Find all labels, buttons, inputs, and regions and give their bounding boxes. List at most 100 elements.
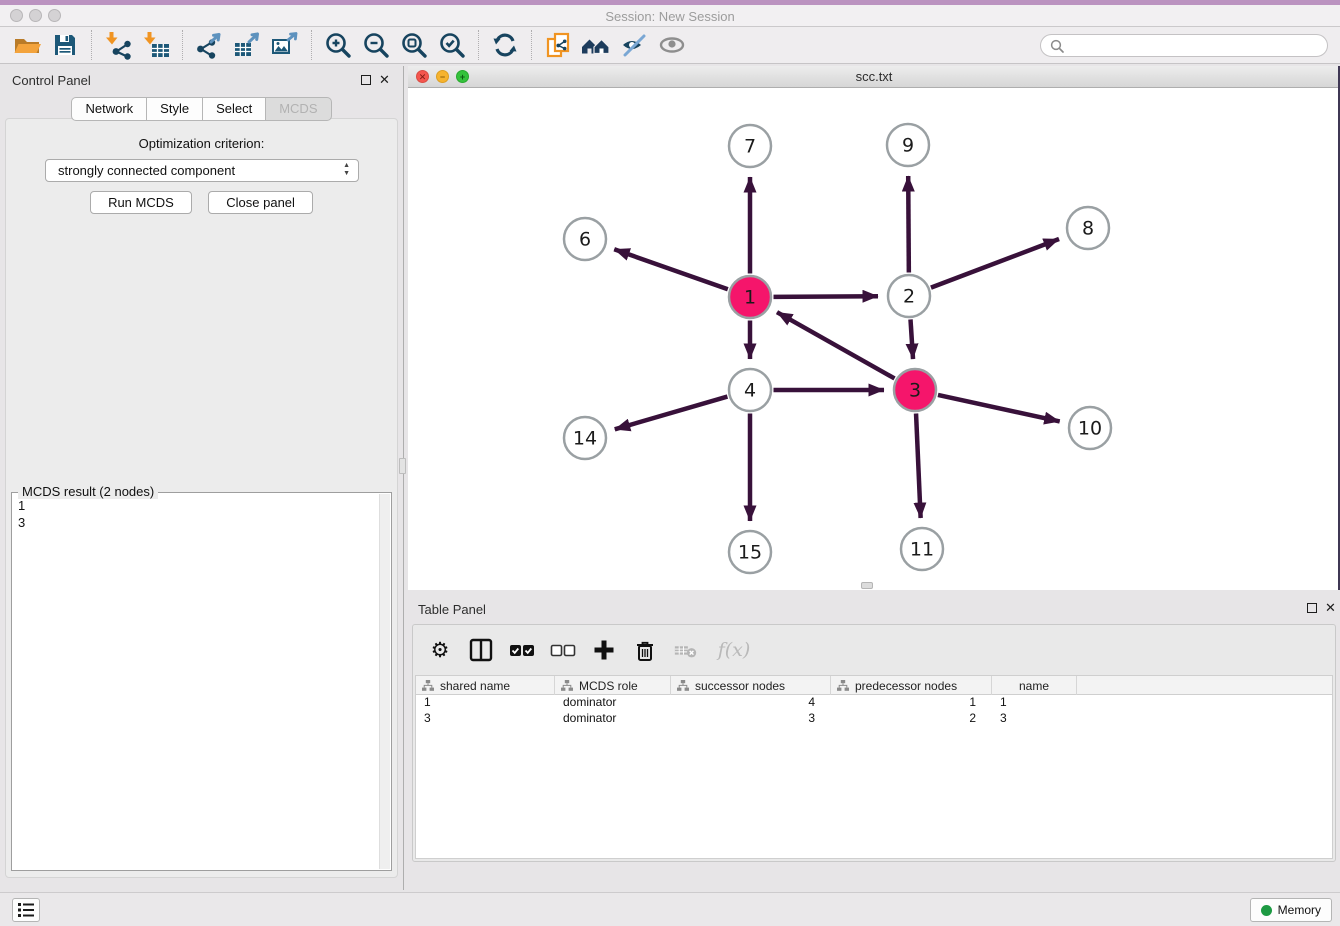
column-header-name[interactable]: name	[992, 676, 1077, 695]
mcds-result-text[interactable]: 13	[18, 497, 25, 531]
graph-edge-2-3[interactable]	[910, 319, 913, 359]
table-cell[interactable]: 3	[992, 711, 1077, 727]
graph-edge-3-1[interactable]	[777, 312, 895, 378]
table-cell[interactable]: 1	[992, 695, 1077, 711]
open-file-button[interactable]	[8, 28, 46, 62]
hide-glasses-button[interactable]	[615, 28, 653, 62]
graph-edge-2-8[interactable]	[931, 239, 1059, 288]
tab-network[interactable]: Network	[71, 97, 147, 121]
run-mcds-button[interactable]: Run MCDS	[90, 191, 192, 214]
table-panel-body: ⚙ f(x)	[412, 624, 1336, 862]
tab-select[interactable]: Select	[203, 97, 266, 121]
column-header-MCDS-role[interactable]: MCDS role	[555, 676, 671, 695]
save-floppy-icon	[50, 30, 80, 60]
network-window-titlebar[interactable]: ✕ − + scc.txt	[408, 66, 1340, 88]
table-cell[interactable]: dominator	[555, 711, 671, 727]
refresh-button[interactable]	[486, 28, 524, 62]
table-settings-button[interactable]: ⚙	[427, 636, 453, 664]
table-panel: Table Panel ✕ ⚙	[408, 596, 1340, 892]
zoom-in-button[interactable]	[319, 28, 357, 62]
save-session-button[interactable]	[46, 28, 84, 62]
graph-edge-3-10[interactable]	[938, 395, 1060, 421]
zoom-out-icon	[361, 30, 391, 60]
select-all-button[interactable]	[509, 636, 535, 664]
table-cell[interactable]: 3	[416, 711, 555, 727]
session-title: Session: New Session	[0, 9, 1340, 24]
result-scrollbar[interactable]	[379, 494, 390, 869]
search-input[interactable]	[1040, 34, 1328, 57]
export-table-button[interactable]	[228, 28, 266, 62]
table-cell[interactable]: dominator	[555, 695, 671, 711]
graph-edge-3-11[interactable]	[916, 413, 921, 518]
column-view-button[interactable]	[468, 636, 494, 664]
clone-network-button[interactable]	[539, 28, 577, 62]
node-table[interactable]: shared nameMCDS role successor nodes prede…	[415, 675, 1333, 859]
column-type-icon	[837, 680, 849, 691]
tab-style[interactable]: Style	[147, 97, 203, 121]
delete-columns-button[interactable]	[632, 636, 658, 664]
table-row-1[interactable]: 3dominator323	[416, 711, 1332, 727]
column-header-successor-nodes[interactable]: successor nodes	[671, 676, 831, 695]
add-column-button[interactable]	[591, 636, 617, 664]
graph-node-label-6: 6	[579, 229, 591, 251]
zoom-fit-button[interactable]	[395, 28, 433, 62]
task-history-button[interactable]	[12, 898, 40, 922]
mcds-panel-body: Optimization criterion: strongly connect…	[5, 118, 398, 878]
network-canvas[interactable]: 7968124314101511	[408, 88, 1340, 590]
network-graph[interactable]: 7968124314101511	[408, 88, 1340, 590]
close-panel-button[interactable]: Close panel	[208, 191, 313, 214]
import-table-button[interactable]	[137, 28, 175, 62]
close-panel-icon[interactable]: ✕	[379, 72, 390, 88]
table-cell[interactable]: 2	[831, 711, 992, 727]
column-header-shared-name[interactable]: shared name	[416, 676, 555, 695]
table-row-0[interactable]: 1dominator411	[416, 695, 1332, 711]
delete-table-button[interactable]	[673, 636, 699, 664]
graph-node-label-1: 1	[744, 287, 756, 309]
gear-icon: ⚙	[431, 638, 450, 662]
select-all-icon	[509, 637, 535, 663]
graph-node-label-14: 14	[573, 428, 597, 450]
export-network-button[interactable]	[190, 28, 228, 62]
table-cell[interactable]: 1	[416, 695, 555, 711]
graph-node-label-7: 7	[744, 136, 756, 158]
float-panel-icon[interactable]	[361, 75, 371, 85]
control-panel: Control Panel ✕ NetworkStyleSelectMCDS O…	[0, 66, 403, 890]
column-type-icon	[422, 680, 434, 691]
zoom-selected-button[interactable]	[433, 28, 471, 62]
import-network-button[interactable]	[99, 28, 137, 62]
export-image-button[interactable]	[266, 28, 304, 62]
toolbar-separator	[478, 30, 479, 60]
memory-button[interactable]: Memory	[1250, 898, 1332, 922]
tab-mcds[interactable]: MCDS	[266, 97, 331, 121]
graph-edge-1-2[interactable]	[773, 296, 878, 297]
show-eye-button[interactable]	[653, 28, 691, 62]
memory-status-icon	[1261, 905, 1272, 916]
function-builder-button[interactable]: f(x)	[714, 636, 754, 664]
graph-node-label-11: 11	[910, 539, 934, 561]
zoom-fit-icon	[399, 30, 429, 60]
close-table-panel-icon[interactable]: ✕	[1325, 600, 1336, 616]
table-toolbar: ⚙ f(x)	[427, 633, 754, 667]
optimization-criterion-select[interactable]: strongly connected component ▲▼	[45, 159, 359, 182]
mcds-buttons-row: Run MCDS Close panel	[6, 191, 397, 214]
table-cell[interactable]: 3	[671, 711, 831, 727]
home-button[interactable]	[577, 28, 615, 62]
panel-divider	[403, 66, 404, 890]
panel-divider-handle[interactable]	[399, 458, 406, 474]
graph-edge-1-6[interactable]	[614, 249, 728, 289]
table-cell[interactable]: 4	[671, 695, 831, 711]
graph-edge-4-14[interactable]	[615, 397, 728, 430]
unselect-all-icon	[550, 637, 576, 663]
float-table-panel-icon[interactable]	[1307, 603, 1317, 613]
import-table-icon	[141, 30, 171, 60]
zoom-out-button[interactable]	[357, 28, 395, 62]
table-cell[interactable]: 1	[831, 695, 992, 711]
column-header-predecessor-nodes[interactable]: predecessor nodes	[831, 676, 992, 695]
toolbar-separator	[182, 30, 183, 60]
canvas-hscrollbar-handle[interactable]	[861, 582, 873, 589]
graph-edge-2-9[interactable]	[908, 176, 909, 273]
unselect-all-button[interactable]	[550, 636, 576, 664]
export-image-icon	[270, 30, 300, 60]
column-label: successor nodes	[695, 679, 785, 693]
dropdown-value: strongly connected component	[58, 163, 235, 178]
